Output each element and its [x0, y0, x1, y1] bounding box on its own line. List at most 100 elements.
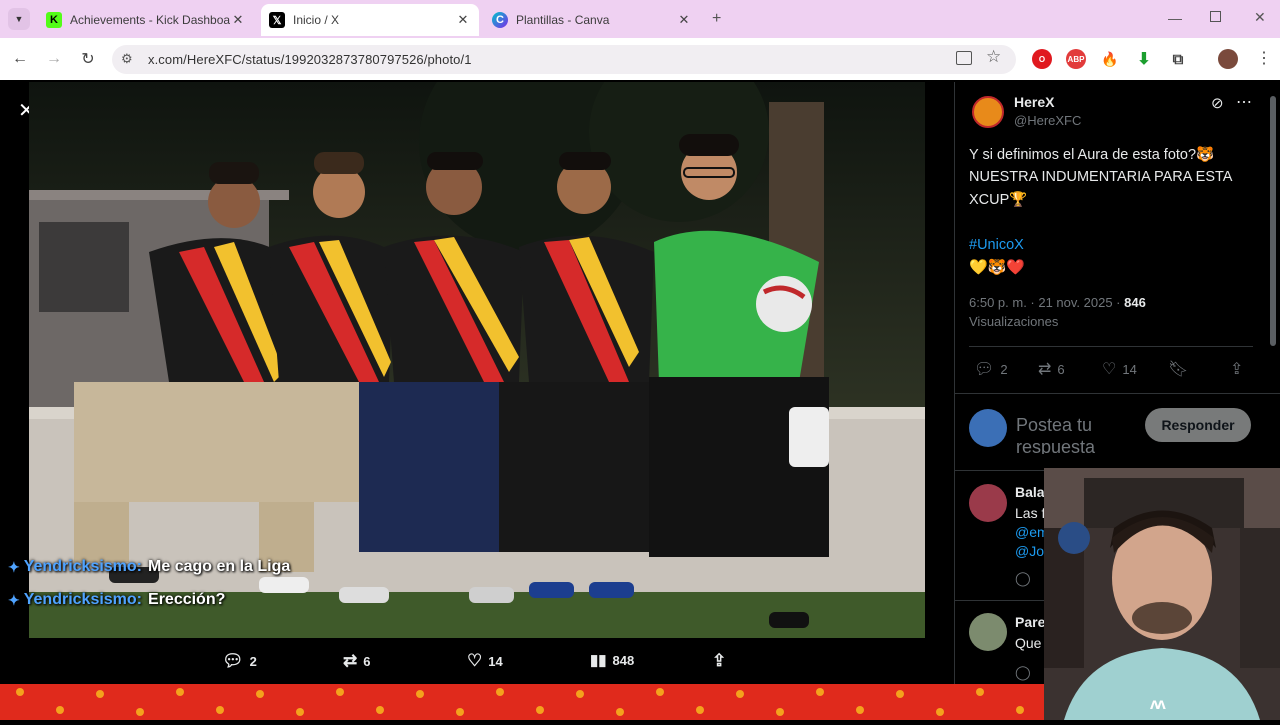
bookmark-icon: 🔖︎	[1168, 361, 1189, 378]
repost-count: 6	[1057, 361, 1065, 377]
media-views-button[interactable]: ▮▮ 848	[590, 651, 634, 669]
time-text: 6:50 p. m. · 21 nov. 2025 ·	[969, 295, 1125, 310]
tweet-emojis: 💛🐯❤️	[969, 259, 1026, 276]
tweet-photo[interactable]	[29, 82, 925, 638]
kick-favicon-icon: K	[46, 12, 62, 28]
bookmark-button[interactable]: 🔖︎	[1168, 359, 1188, 379]
close-tab-icon[interactable]: ✕	[230, 12, 246, 28]
site-info-icon[interactable]: ⚙	[121, 51, 133, 67]
media-like-button[interactable]: ♡ 14	[467, 651, 503, 671]
extensions-puzzle-icon[interactable]: ⧉	[1168, 49, 1188, 69]
media-reply-button[interactable]: 💬︎ 2	[222, 651, 257, 671]
close-window-icon[interactable]: ✕	[1254, 9, 1266, 26]
download-extension-icon[interactable]: ⬇	[1134, 49, 1154, 69]
webcam-overlay	[1044, 468, 1280, 720]
reply-count: 2	[249, 653, 257, 669]
reply-input[interactable]: Postea tu respuesta	[1016, 414, 1131, 454]
restore-icon[interactable]	[1210, 11, 1221, 22]
canva-favicon-icon: C	[492, 12, 508, 28]
stream-logo: ʌʌ	[1150, 696, 1166, 713]
chat-username: Yendricksismo:	[23, 591, 143, 608]
close-tab-icon[interactable]: ✕	[676, 12, 692, 28]
x-favicon-icon: 𝕏	[269, 12, 285, 28]
tab-strip: ▼ K Achievements - Kick Dashboard ✕ 𝕏 In…	[0, 0, 1280, 38]
tweet-text-line: XCUP🏆	[969, 192, 1028, 208]
tweet-timestamp[interactable]: 6:50 p. m. · 21 nov. 2025 · 846	[969, 295, 1146, 310]
tweet-text-line: Y si definimos el Aura de esta foto?🐯	[969, 147, 1215, 163]
reply-author[interactable]: Bala	[1015, 484, 1045, 500]
share-button[interactable]: ⇪	[1230, 359, 1243, 379]
chat-message: Erección?	[148, 591, 226, 608]
adblock-extension-icon[interactable]: ABP	[1066, 49, 1086, 69]
grok-icon[interactable]: ⊘	[1211, 94, 1224, 112]
reply-icon: 💬︎	[974, 361, 995, 378]
views-number: 846	[1124, 295, 1146, 310]
author-name[interactable]: HereX	[1014, 94, 1054, 110]
repost-count: 6	[363, 653, 371, 669]
chat-username: Yendricksismo:	[23, 558, 143, 575]
pattern-decoration	[16, 688, 1024, 716]
tab-search-button[interactable]: ▼	[8, 8, 30, 30]
reply-button[interactable]: 💬︎ 2	[974, 359, 1008, 379]
divider	[969, 346, 1253, 347]
reply-author[interactable]: Pare	[1015, 614, 1045, 630]
tab-title: Plantillas - Canva	[516, 13, 610, 27]
author-handle[interactable]: @HereXFC	[1014, 113, 1081, 128]
verified-sword-icon: ✦	[8, 591, 20, 608]
chat-line: ✦ Yendricksismo: Me cago en la Liga	[8, 558, 290, 576]
like-button[interactable]: ♡ 14	[1102, 359, 1137, 379]
tweet-text-line: NUESTRA INDUMENTARIA PARA ESTA	[969, 169, 1233, 185]
url-text[interactable]: x.com/HereXFC/status/1992032873780797526…	[148, 52, 472, 67]
share-icon: ⇪	[1230, 361, 1244, 378]
like-count: 14	[488, 653, 503, 669]
reply-icon[interactable]: ◯	[1015, 570, 1031, 587]
forward-icon[interactable]: →	[42, 47, 66, 71]
minimize-icon[interactable]: —	[1168, 10, 1182, 26]
tab-x[interactable]: 𝕏 Inicio / X ✕	[261, 4, 479, 36]
tab-canva[interactable]: C Plantillas - Canva ✕	[484, 4, 700, 36]
repost-icon: ⇄	[1038, 361, 1052, 378]
heart-icon: ♡	[1102, 361, 1117, 378]
divider	[955, 393, 1280, 394]
like-count: 14	[1122, 361, 1137, 377]
close-tab-icon[interactable]: ✕	[455, 12, 471, 28]
reply-text: Las f	[1015, 505, 1046, 521]
reply-icon[interactable]: ◯	[1015, 664, 1031, 681]
repost-icon: ⇄	[343, 651, 358, 670]
menu-kebab-icon[interactable]: ⋮	[1256, 48, 1272, 68]
views-count: 848	[612, 652, 635, 668]
profile-avatar[interactable]	[1218, 49, 1238, 69]
more-options-icon[interactable]: ⋯	[1236, 92, 1252, 112]
bookmark-star-icon[interactable]: ☆	[986, 47, 1001, 67]
views-chart-icon: ▮▮	[590, 652, 607, 669]
team-photo-illustration	[29, 82, 925, 638]
back-icon[interactable]: ←	[8, 47, 32, 71]
fire-extension-icon[interactable]: 🔥	[1100, 49, 1120, 69]
media-repost-button[interactable]: ⇄ 6	[343, 651, 370, 671]
streamer-webcam	[1044, 468, 1280, 720]
reload-icon[interactable]: ↻	[76, 47, 100, 71]
repost-button[interactable]: ⇄ 6	[1038, 359, 1065, 379]
hashtag-link[interactable]: #UnicoX	[969, 237, 1024, 253]
new-tab-icon[interactable]: +	[712, 10, 721, 28]
verified-sword-icon: ✦	[8, 558, 20, 575]
tab-title: Inicio / X	[293, 13, 340, 27]
views-label: Visualizaciones	[969, 314, 1059, 329]
reply-text: Que	[1015, 635, 1042, 651]
author-avatar[interactable]	[972, 96, 1004, 128]
opera-extension-icon[interactable]: O	[1032, 49, 1052, 69]
reply-submit-button[interactable]: Responder	[1145, 408, 1251, 442]
reply-item-avatar[interactable]	[969, 484, 1007, 522]
reply-item-avatar[interactable]	[969, 613, 1007, 651]
tab-title: Achievements - Kick Dashboard	[70, 13, 230, 27]
chat-line: ✦ Yendricksismo: Erección?	[8, 591, 225, 609]
heart-icon: ♡	[467, 651, 483, 670]
tab-kick[interactable]: K Achievements - Kick Dashboard ✕	[38, 4, 254, 36]
reply-icon: 💬︎	[222, 651, 244, 670]
chat-message: Me cago en la Liga	[148, 558, 291, 575]
install-app-icon[interactable]	[956, 51, 972, 65]
media-share-button[interactable]: ⇪	[712, 651, 726, 671]
sidebar-scrollbar[interactable]	[1270, 96, 1276, 346]
reply-count: 2	[1000, 361, 1008, 377]
reply-avatar	[969, 409, 1007, 447]
